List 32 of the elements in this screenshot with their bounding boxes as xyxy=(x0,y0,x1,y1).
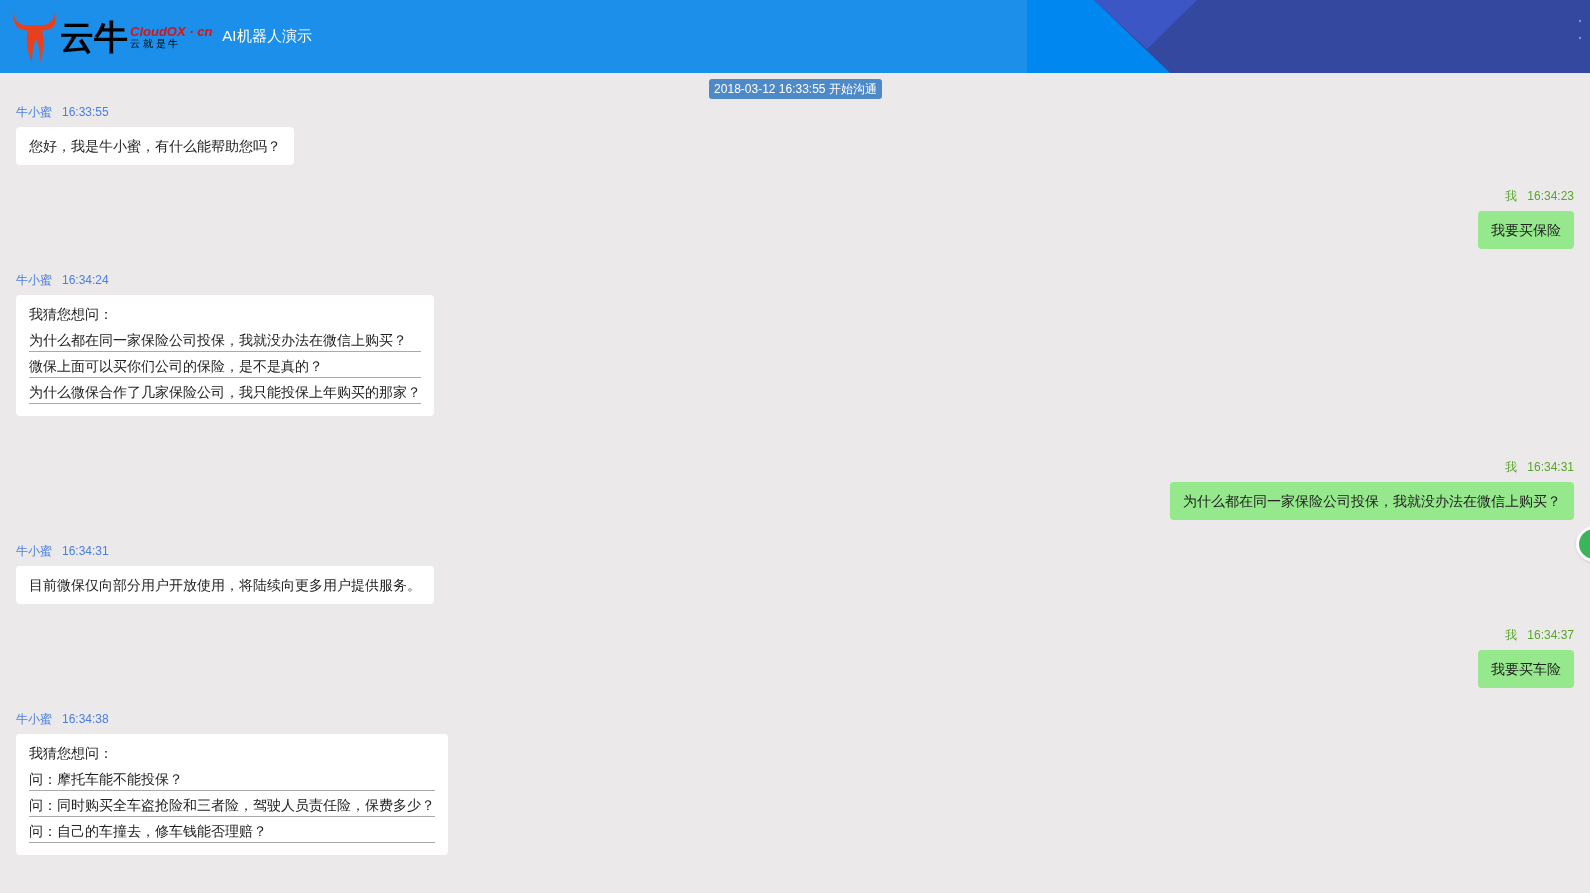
session-start-label: 2018-03-12 16:33:55 开始沟通 xyxy=(709,79,882,99)
suggested-question-link[interactable]: 为什么微保合作了几家保险公司，我只能投保上年购买的那家？ xyxy=(29,378,421,404)
sender-name: 牛小蜜 xyxy=(16,711,52,728)
sender-name: 牛小蜜 xyxy=(16,272,52,289)
message-time: 16:34:31 xyxy=(1527,459,1574,476)
suggested-question-link[interactable]: 问：同时购买全车盗抢险和三者险，驾驶人员责任险，保费多少？ xyxy=(29,791,435,817)
suggested-question-link[interactable]: 问：自己的车撞去，修车钱能否理赔？ xyxy=(29,817,435,843)
message-time: 16:34:37 xyxy=(1527,627,1574,644)
user-message-bubble: 为什么都在同一家保险公司投保，我就没办法在微信上购买？ xyxy=(1170,482,1574,520)
sender-name: 牛小蜜 xyxy=(16,543,52,560)
bot-message-bubble: 目前微保仅向部分用户开放使用，将陆续向更多用户提供服务。 xyxy=(16,566,434,604)
suggestion-intro: 我猜您想问： xyxy=(29,305,114,324)
message-time: 16:34:23 xyxy=(1527,188,1574,205)
suggested-question-link[interactable]: 为什么都在同一家保险公司投保，我就没办法在微信上购买？ xyxy=(29,326,421,352)
sender-name: 我 xyxy=(1505,459,1518,476)
message-time: 16:34:38 xyxy=(62,711,109,728)
bot-message-bubble: 您好，我是牛小蜜，有什么能帮助您吗？ xyxy=(16,127,294,165)
suggested-question-link[interactable]: 微保上面可以买你们公司的保险，是不是真的？ xyxy=(29,352,421,378)
message-time: 16:34:31 xyxy=(62,543,109,560)
sender-name: 牛小蜜 xyxy=(16,104,52,121)
logo-mark: 云牛 xyxy=(60,19,128,54)
message-time: 16:33:55 xyxy=(62,104,109,121)
user-message-bubble: 我要买车险 xyxy=(1478,650,1574,688)
message-time: 16:34:24 xyxy=(62,272,109,289)
logo-brand: CloudOX · cn xyxy=(130,24,213,38)
sender-name: 我 xyxy=(1505,188,1518,205)
user-message-bubble: 我要买保险 xyxy=(1478,211,1574,249)
logo-slogan: 云 就 是 牛 xyxy=(130,38,180,49)
suggestion-intro: 我猜您想问： xyxy=(29,744,114,763)
suggested-question-link[interactable]: 问：摩托车能不能投保？ xyxy=(29,765,435,791)
sender-name: 我 xyxy=(1505,627,1518,644)
app-title: AI机器人演示 xyxy=(222,26,312,47)
